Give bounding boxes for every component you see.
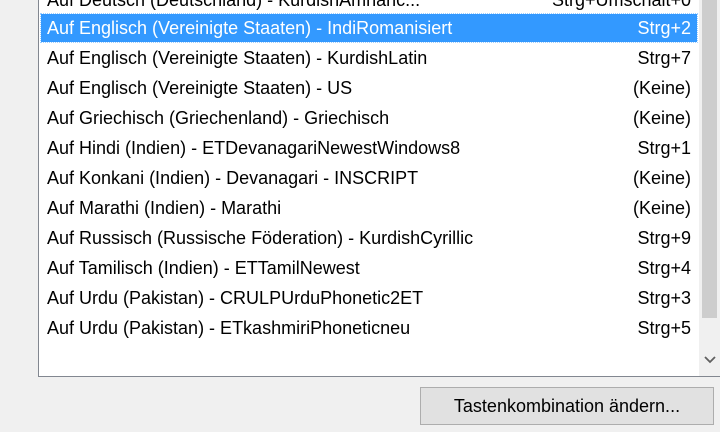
list-item-shortcut: (Keine) [632,168,691,188]
list-item-shortcut: (Keine) [632,78,691,98]
list-item-name: Auf Englisch (Vereinigte Staaten) - Kurd… [47,48,428,68]
list-item-shortcut: Strg+7 [637,48,691,68]
list-item[interactable]: Auf Urdu (Pakistan) - CRULPUrduPhonetic2… [41,284,697,312]
change-shortcut-button[interactable]: Tastenkombination ändern... [420,387,714,425]
list-item-name: Auf Urdu (Pakistan) - ETkashmiriPhonetic… [47,318,411,338]
list-item-name: Auf Hindi (Indien) - ETDevanagariNewestW… [47,138,461,158]
list-item-name: Auf Urdu (Pakistan) - CRULPUrduPhonetic2… [47,288,424,308]
list-item-name: Auf Englisch (Vereinigte Staaten) - Indi… [47,18,453,38]
list-item-name: Auf Russisch (Russische Föderation) - Ku… [47,228,474,248]
list-item-selected[interactable]: Auf Englisch (Vereinigte Staaten) - Indi… [40,13,698,43]
list-item[interactable]: Auf Hindi (Indien) - ETDevanagariNewestW… [41,134,697,162]
list-item-shortcut: Strg+9 [637,228,691,248]
list-item-name: Auf Englisch (Vereinigte Staaten) - US [47,78,353,98]
list-item-shortcut: Strg+5 [637,318,691,338]
list-item-shortcut: (Keine) [632,108,691,128]
chevron-down-icon [703,356,716,364]
list-item-shortcut: Strg+Umschalt+0 [551,0,691,10]
list-item-shortcut: Strg+1 [637,138,691,158]
list-item[interactable]: Auf Englisch (Vereinigte Staaten) - Kurd… [41,44,697,72]
list-item-name: Auf Deutsch (Deutschland) - KurdishAmhar… [47,0,421,10]
list-item-shortcut: Strg+3 [637,288,691,308]
list-item[interactable]: Auf Urdu (Pakistan) - ETkashmiriPhonetic… [41,314,697,342]
list-item-shortcut: Strg+2 [637,18,691,38]
list-item-shortcut: (Keine) [632,198,691,218]
vertical-scrollbar[interactable] [699,0,720,376]
list-item-shortcut: Strg+4 [637,258,691,278]
list-rows: Auf Deutsch (Deutschland) - KurdishAmhar… [39,0,699,376]
list-item-name: Auf Griechisch (Griechenland) - Griechis… [47,108,390,128]
keyboard-layout-dialog: Auf Deutsch (Deutschland) - KurdishAmhar… [0,0,720,432]
list-item[interactable]: Auf Konkani (Indien) - Devanagari - INSC… [41,164,697,192]
list-item[interactable]: Auf Marathi (Indien) - Marathi (Keine) [41,194,697,222]
scroll-down-button[interactable] [699,348,720,376]
list-item[interactable]: Auf Deutsch (Deutschland) - KurdishAmhar… [41,0,697,14]
list-item[interactable]: Auf Griechisch (Griechenland) - Griechis… [41,104,697,132]
list-item-name: Auf Tamilisch (Indien) - ETTamilNewest [47,258,360,278]
list-item-name: Auf Konkani (Indien) - Devanagari - INSC… [47,168,419,188]
list-item-name: Auf Marathi (Indien) - Marathi [47,198,282,218]
scrollbar-thumb[interactable] [702,0,717,318]
list-item[interactable]: Auf Englisch (Vereinigte Staaten) - US (… [41,74,697,102]
list-item[interactable]: Auf Tamilisch (Indien) - ETTamilNewest S… [41,254,697,282]
list-item[interactable]: Auf Russisch (Russische Föderation) - Ku… [41,224,697,252]
keyboard-layout-list[interactable]: Auf Deutsch (Deutschland) - KurdishAmhar… [38,0,720,377]
